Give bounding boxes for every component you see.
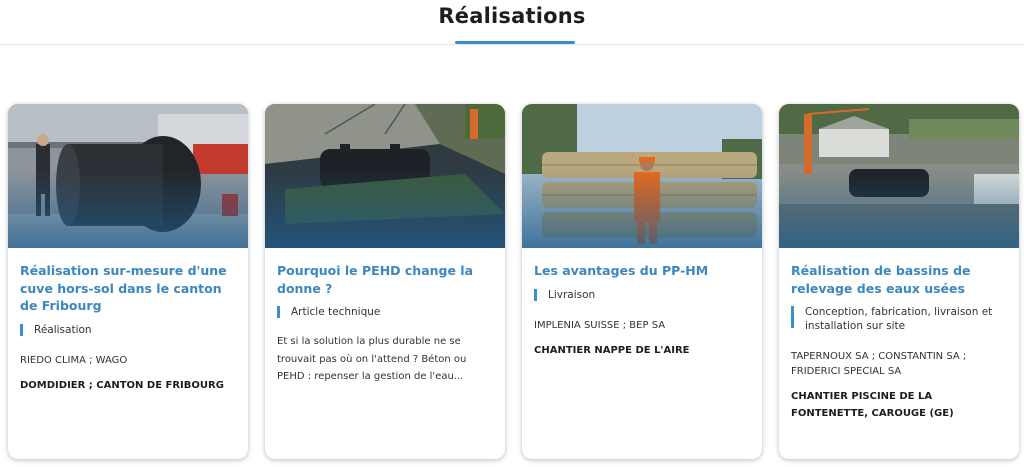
card-image[interactable]	[8, 104, 248, 248]
card-category: Conception, fabrication, livraison et in…	[791, 305, 1007, 333]
card-title[interactable]: Réalisation sur-mesure d'une cuve hors-s…	[20, 262, 236, 315]
card-title[interactable]: Réalisation de bassins de relevage des e…	[791, 262, 1007, 297]
card-location: CHANTIER NAPPE DE L'AIRE	[534, 344, 690, 356]
card-bassins-relevage[interactable]: Réalisation de bassins de relevage des e…	[779, 104, 1019, 459]
card-partners: IMPLENIA SUISSE ; BEP SA	[534, 319, 666, 331]
card-list: Réalisation sur-mesure d'une cuve hors-s…	[8, 104, 1020, 461]
section-header: Réalisations	[0, 0, 1024, 45]
card-partners: TAPERNOUX SA ; CONSTANTIN SA ; FRIDERICI…	[791, 351, 967, 377]
card-partners: RIEDO CLIMA ; WAGO	[20, 354, 128, 366]
card-title[interactable]: Les avantages du PP-HM	[534, 262, 750, 280]
card-pehd[interactable]: Pourquoi le PEHD change la donne ? Artic…	[265, 104, 505, 459]
card-excerpt: Et si la solution la plus durable ne se …	[277, 336, 467, 382]
card-category: Article technique	[277, 305, 493, 319]
card-category: Réalisation	[20, 323, 236, 337]
card-image[interactable]	[779, 104, 1019, 248]
card-location: CHANTIER PISCINE DE LA FONTENETTE, CAROU…	[791, 391, 954, 419]
card-image[interactable]	[522, 104, 762, 248]
card-cuve-fribourg[interactable]: Réalisation sur-mesure d'une cuve hors-s…	[8, 104, 248, 459]
card-pp-hm[interactable]: Les avantages du PP-HM Livraison IMPLENI…	[522, 104, 762, 459]
card-title[interactable]: Pourquoi le PEHD change la donne ?	[277, 262, 493, 297]
card-location: DOMDIDIER ; CANTON DE FRIBOURG	[20, 379, 224, 391]
card-category: Livraison	[534, 288, 750, 302]
card-image[interactable]	[265, 104, 505, 248]
section-title: Réalisations	[438, 4, 586, 28]
title-underline	[455, 41, 575, 44]
